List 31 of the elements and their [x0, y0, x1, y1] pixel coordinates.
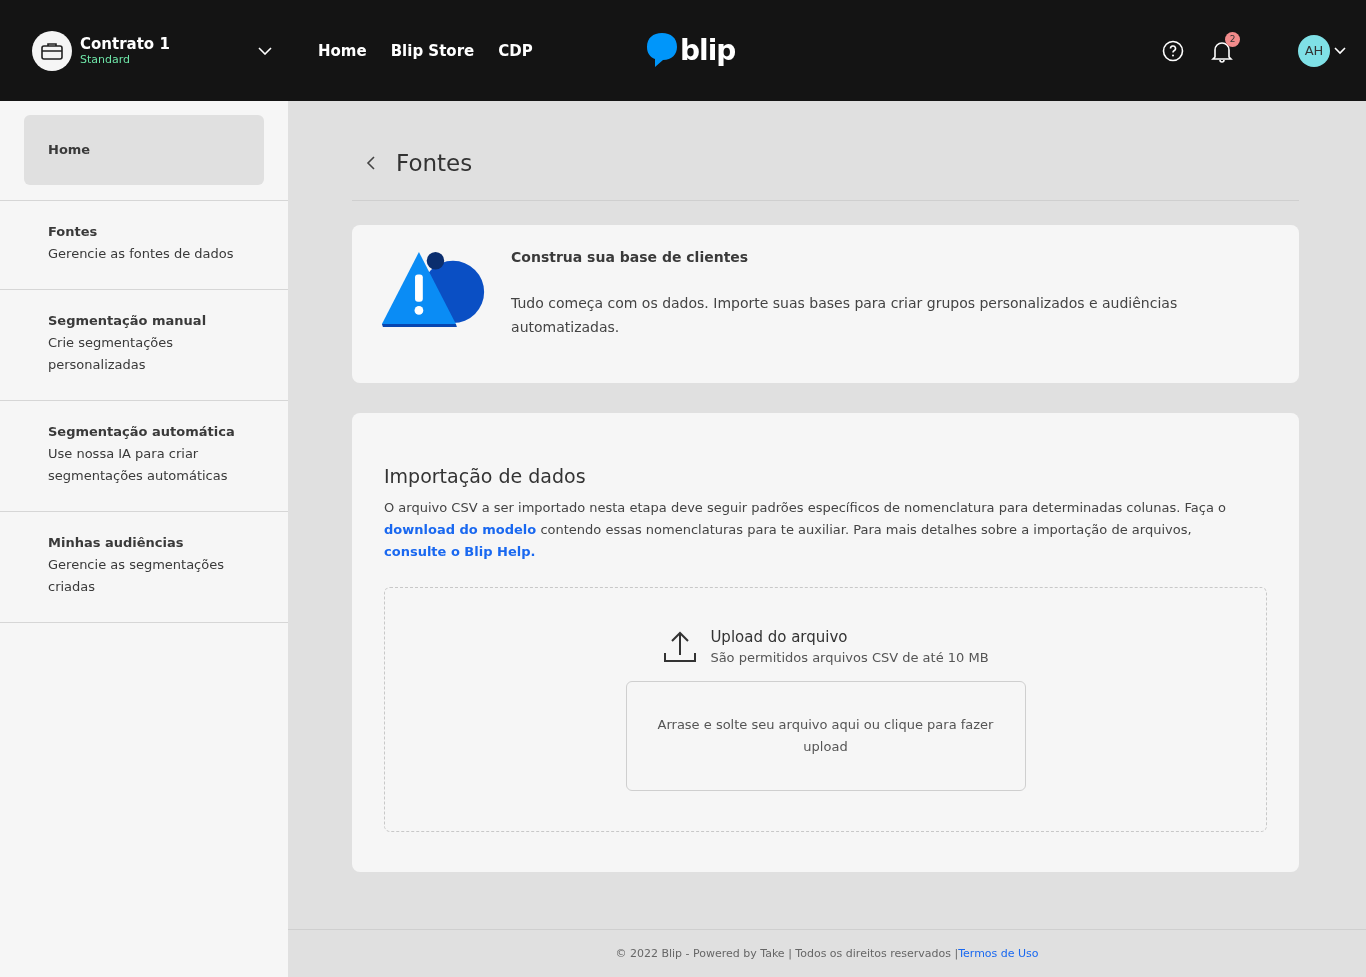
chevron-down-icon[interactable]	[1334, 46, 1346, 55]
sidebar-item[interactable]: Fontes Gerencie as fontes de dados	[0, 201, 288, 290]
page-title: Fontes	[396, 149, 473, 176]
description-text: O arquivo CSV a ser importado nesta etapa deve seguir padrões específicos de nomenclatura para determinadas colunas. Faça o download do modelo contendo essas nomenclaturas para te auxiliar. Para mais detalhes sobre a importação de arquivos, consulte o Blip Help.	[384, 499, 1228, 561]
chevron-down-icon[interactable]	[258, 46, 272, 55]
sidebar-item[interactable]: Minhas audiências Gerencie as segmentações criadas	[0, 512, 288, 623]
nav-link[interactable]: CDP	[498, 41, 533, 60]
contract-avatar[interactable]	[32, 30, 72, 71]
back-icon[interactable]	[366, 154, 376, 171]
notification-badge: 2	[1225, 31, 1240, 47]
text-link[interactable]: consulte o Blip Help.	[384, 544, 536, 559]
speech-bubble-icon	[646, 32, 678, 68]
sidebar-item[interactable]: Segmentação automática Use nossa IA para criar segmentações automáticas	[0, 401, 288, 512]
briefcase-icon	[41, 41, 63, 60]
nav-link[interactable]: Home	[318, 41, 367, 60]
logo-text[interactable]: blip	[680, 33, 736, 67]
card-title: Construa sua base de clientes	[511, 249, 750, 265]
help-icon[interactable]	[1162, 39, 1184, 62]
section-title: Importação de dados	[384, 465, 587, 487]
footer-text: © 2022 Blip - Powered by Take | Todos os direitos reservados |	[615, 947, 959, 960]
terms-link[interactable]: Termos de Uso	[958, 947, 1039, 960]
drop-zone[interactable]: Arrase e solte seu arquivo aqui ou clique para fazer upload	[625, 681, 1026, 791]
text-link[interactable]: download do modelo	[384, 522, 537, 537]
contract-name: Contrato 1	[80, 35, 171, 53]
user-avatar[interactable]: AH	[1298, 34, 1330, 67]
sidebar-item[interactable]: Segmentação manual Crie segmentações personalizadas	[0, 290, 288, 401]
upload-title: Upload do arquivo	[710, 628, 849, 646]
upload-hint: São permitidos arquivos CSV de até 10 MB	[710, 650, 989, 665]
contract-plan: Standard	[80, 53, 132, 66]
card-text: Tudo começa com os dados. Importe suas bases para criar grupos personalizados e audiências automatizadas.	[511, 294, 1179, 337]
nav-link[interactable]: Blip Store	[390, 41, 475, 60]
